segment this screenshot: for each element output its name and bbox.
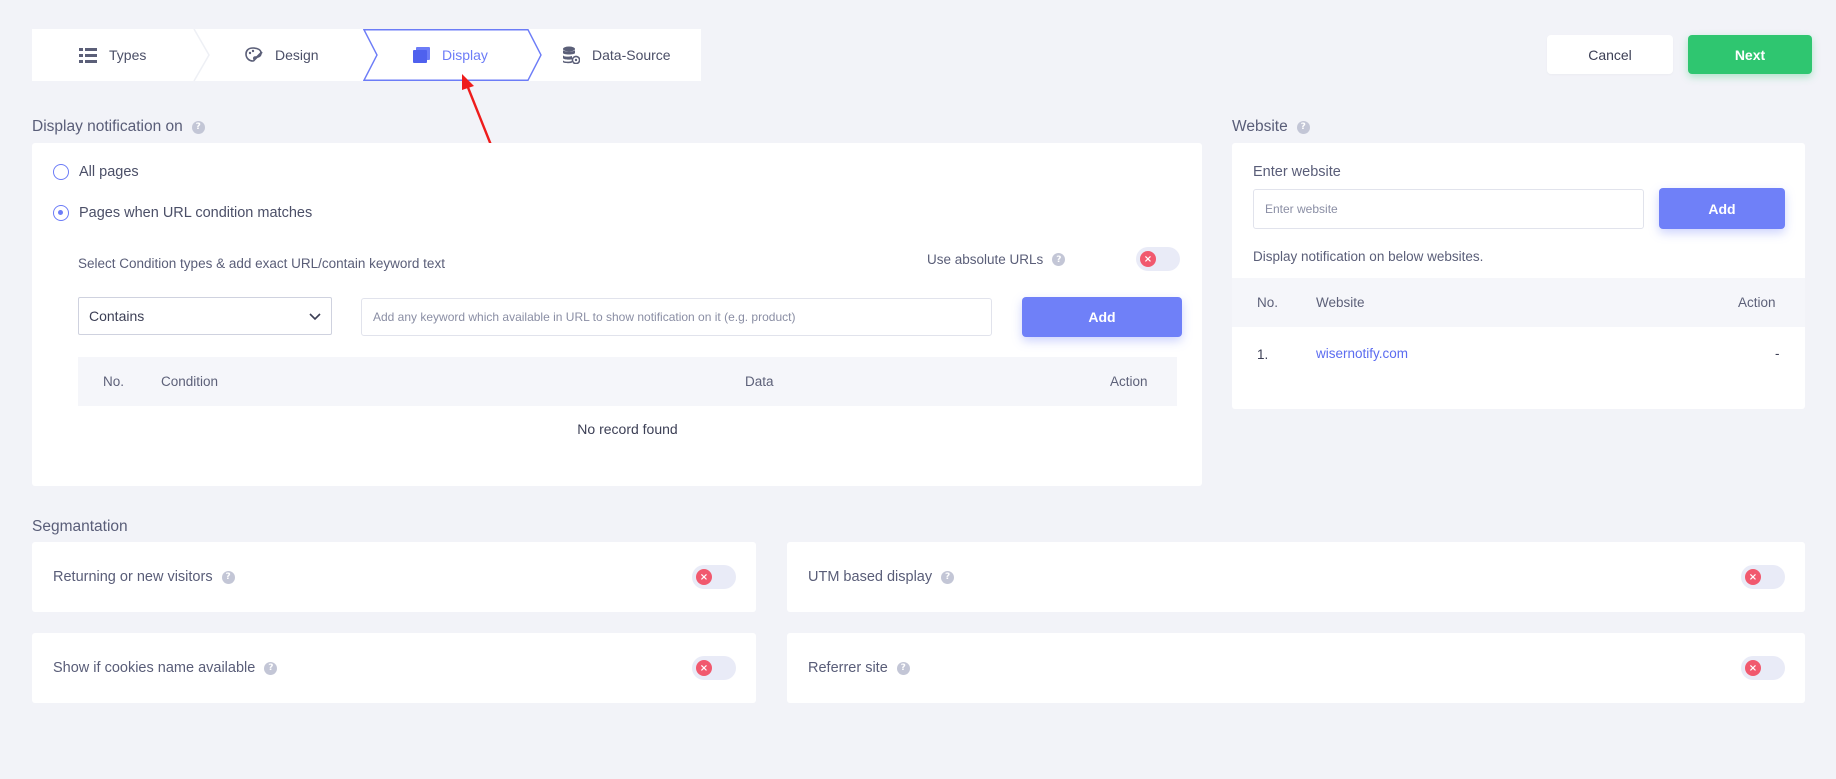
segment-returning-visitors: Returning or new visitors ? × bbox=[32, 542, 756, 612]
segment-cookies-name: Show if cookies name available ? × bbox=[32, 633, 756, 703]
close-icon: × bbox=[696, 660, 712, 676]
utm-display-toggle[interactable]: × bbox=[1741, 565, 1785, 589]
website-input[interactable] bbox=[1253, 189, 1644, 229]
help-icon[interactable]: ? bbox=[191, 120, 205, 134]
option-url-condition-label: Pages when URL condition matches bbox=[79, 205, 313, 221]
col-website: Website bbox=[1316, 295, 1365, 310]
radio-url-condition[interactable] bbox=[53, 205, 69, 221]
step-types-label: Types bbox=[109, 47, 147, 63]
chevron-down-icon bbox=[309, 308, 321, 324]
list-icon bbox=[79, 46, 97, 64]
add-website-button[interactable]: Add bbox=[1659, 188, 1785, 229]
step-design[interactable]: Design bbox=[245, 29, 319, 81]
help-icon[interactable]: ? bbox=[221, 570, 235, 584]
segment-cookies-name-label: Show if cookies name available bbox=[53, 660, 256, 676]
display-icon bbox=[412, 46, 430, 64]
close-icon: × bbox=[1140, 251, 1156, 267]
table-row: 1. wisernotify.com - bbox=[1232, 327, 1805, 383]
help-icon[interactable]: ? bbox=[941, 570, 955, 584]
condition-type-select[interactable]: Contains bbox=[78, 297, 332, 335]
close-icon: × bbox=[1745, 660, 1761, 676]
website-hint: Display notification on below websites. bbox=[1253, 249, 1484, 264]
option-all-pages-label: All pages bbox=[79, 164, 139, 180]
close-icon: × bbox=[1745, 569, 1761, 585]
help-icon[interactable]: ? bbox=[264, 661, 278, 675]
segmentation-title: Segmantation bbox=[32, 518, 128, 535]
returning-visitors-toggle[interactable]: × bbox=[692, 565, 736, 589]
step-design-label: Design bbox=[275, 47, 319, 63]
website-section-title: Website ? bbox=[1232, 118, 1310, 136]
col-action: Action bbox=[1110, 374, 1148, 389]
condition-hint: Select Condition types & add exact URL/c… bbox=[78, 256, 445, 271]
website-field-label: Enter website bbox=[1253, 164, 1341, 180]
segment-utm-display-label: UTM based display bbox=[808, 569, 933, 585]
step-display-label: Display bbox=[442, 47, 488, 63]
col-no: No. bbox=[1257, 295, 1279, 310]
help-icon[interactable]: ? bbox=[1296, 120, 1310, 134]
display-card: All pages Pages when URL condition match… bbox=[32, 143, 1202, 486]
option-url-condition[interactable]: Pages when URL condition matches bbox=[53, 205, 312, 221]
row-action: - bbox=[1775, 346, 1780, 361]
cookies-name-toggle[interactable]: × bbox=[692, 656, 736, 680]
col-condition: Condition bbox=[161, 374, 219, 389]
condition-table-header: No. Condition Data Action bbox=[78, 357, 1177, 406]
step-separator bbox=[193, 29, 210, 81]
row-no: 1. bbox=[1257, 347, 1269, 362]
keyword-input[interactable] bbox=[361, 298, 992, 336]
segment-referrer-site: Referrer site ? × bbox=[787, 633, 1805, 703]
step-types[interactable]: Types bbox=[79, 29, 146, 81]
row-website-link[interactable]: wisernotify.com bbox=[1316, 346, 1408, 361]
wizard-stepper: Types Design Display Data-Source bbox=[32, 29, 701, 81]
cancel-button[interactable]: Cancel bbox=[1547, 35, 1673, 74]
segment-referrer-site-label: Referrer site bbox=[808, 660, 888, 676]
close-icon: × bbox=[696, 569, 712, 585]
absolute-urls-control: Use absolute URLs ? bbox=[927, 252, 1066, 267]
absolute-urls-label: Use absolute URLs bbox=[927, 252, 1044, 267]
add-condition-button[interactable]: Add bbox=[1022, 297, 1182, 337]
segment-utm-display: UTM based display ? × bbox=[787, 542, 1805, 612]
col-data: Data bbox=[745, 374, 774, 389]
col-action: Action bbox=[1738, 295, 1776, 310]
segment-returning-visitors-label: Returning or new visitors bbox=[53, 569, 213, 585]
help-icon[interactable]: ? bbox=[896, 661, 910, 675]
col-no: No. bbox=[103, 374, 125, 389]
next-button[interactable]: Next bbox=[1688, 35, 1812, 74]
website-title-text: Website bbox=[1232, 118, 1288, 135]
condition-type-value: Contains bbox=[89, 308, 145, 324]
absolute-urls-toggle[interactable]: × bbox=[1136, 247, 1180, 271]
website-card: Enter website Add Display notification o… bbox=[1232, 143, 1805, 409]
display-section-title: Display notification on ? bbox=[32, 118, 205, 136]
website-table-header: No. Website Action bbox=[1232, 278, 1805, 327]
step-data-source-label: Data-Source bbox=[592, 47, 671, 63]
empty-state: No record found bbox=[577, 421, 678, 437]
palette-icon bbox=[245, 46, 263, 64]
referrer-site-toggle[interactable]: × bbox=[1741, 656, 1785, 680]
radio-all-pages[interactable] bbox=[53, 164, 69, 180]
option-all-pages[interactable]: All pages bbox=[53, 164, 139, 180]
database-icon bbox=[562, 46, 580, 64]
display-title-text: Display notification on bbox=[32, 118, 183, 135]
step-data-source[interactable]: Data-Source bbox=[562, 29, 671, 81]
help-icon[interactable]: ? bbox=[1052, 253, 1066, 266]
